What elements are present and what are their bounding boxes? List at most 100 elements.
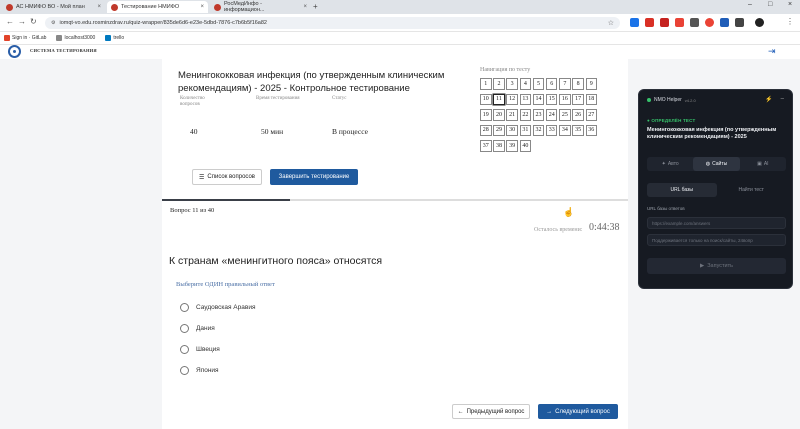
question-nav-cell[interactable]: 10 (480, 93, 492, 105)
radio-button[interactable] (180, 366, 189, 375)
tab-sites[interactable]: ◍ Сайты (693, 157, 740, 171)
quiz-card: Менингококковая инфекция (по утвержденны… (162, 59, 628, 429)
question-nav-cell[interactable]: 1 (480, 78, 492, 90)
question-nav-cell[interactable]: 4 (519, 78, 532, 90)
browser-tab-2[interactable]: Тестирование НМИФО × (107, 1, 208, 13)
bookmarks-bar: Sign in · GitLab localhost3000 trello (0, 32, 800, 45)
answer-option[interactable]: Швеция (180, 345, 220, 354)
question-nav-cell[interactable]: 12 (506, 93, 518, 105)
question-nav-cell[interactable]: 2 (493, 78, 505, 90)
minimize-icon[interactable]: – (748, 1, 752, 8)
close-window-icon[interactable]: × (788, 1, 792, 8)
question-nav-cell[interactable]: 33 (545, 124, 558, 136)
tab-ai[interactable]: ▣ AI (740, 157, 786, 171)
question-nav-cell[interactable]: 39 (506, 140, 518, 152)
browser-tab-1[interactable]: АС НМИФО ВО - Мой план × (2, 1, 105, 13)
question-nav-cell[interactable]: 6 (545, 78, 558, 90)
question-nav-cell[interactable]: 22 (519, 109, 532, 121)
question-nav-cell[interactable]: 28 (480, 124, 492, 136)
bookmark-localhost[interactable]: localhost3000 (56, 35, 95, 41)
answer-option[interactable]: Дания (180, 324, 215, 333)
radio-button[interactable] (180, 345, 189, 354)
question-nav-cell[interactable]: 18 (585, 93, 597, 105)
extension-icon[interactable] (675, 18, 684, 27)
question-nav-cell[interactable]: 7 (559, 78, 571, 90)
question-nav-cell[interactable]: 3 (506, 78, 518, 90)
bookmark-star-icon[interactable]: ☆ (608, 19, 614, 27)
close-tab-icon[interactable]: × (303, 4, 307, 10)
question-nav-cell[interactable]: 30 (506, 124, 518, 136)
question-nav-cell[interactable]: 21 (506, 109, 518, 121)
question-nav-cell[interactable]: 25 (559, 109, 571, 121)
maximize-icon[interactable]: □ (768, 1, 772, 8)
question-nav-cell[interactable]: 40 (519, 140, 532, 152)
question-nav-cell[interactable]: 5 (532, 78, 545, 90)
site-info-icon[interactable]: ⚙ (51, 20, 55, 26)
question-nav-cell[interactable]: 26 (572, 109, 584, 121)
extension-icon[interactable] (720, 18, 729, 27)
profile-avatar[interactable] (755, 18, 764, 27)
extension-icon[interactable] (660, 18, 669, 27)
tab-auto[interactable]: ✦ Авто (647, 157, 693, 171)
question-nav-cell[interactable]: 15 (545, 93, 558, 105)
subtab-url-base[interactable]: URL базы (647, 183, 717, 197)
menu-kebab-icon[interactable]: ⋮ (786, 17, 794, 26)
previous-question-button[interactable]: ← Предыдущий вопрос (452, 404, 530, 419)
question-list-label: Список вопросов (207, 174, 255, 180)
question-nav-cell[interactable]: 37 (480, 140, 492, 152)
question-nav-cell[interactable]: 9 (585, 78, 597, 90)
run-button[interactable]: ▶ Запустить (647, 258, 786, 274)
question-nav-cell[interactable]: 38 (493, 140, 505, 152)
question-nav-cell[interactable]: 31 (519, 124, 532, 136)
run-label: Запустить (707, 263, 733, 269)
extension-icon[interactable] (645, 18, 654, 27)
question-nav-cell[interactable]: 23 (532, 109, 545, 121)
answer-option[interactable]: Япония (180, 366, 219, 375)
system-title: СИСТЕМА ТЕСТИРОВАНИЯ (30, 48, 97, 53)
question-nav-cell[interactable]: 8 (572, 78, 584, 90)
next-question-button[interactable]: → Следующий вопрос (538, 404, 618, 419)
extension-icon[interactable] (705, 18, 714, 27)
question-nav-cell[interactable]: 16 (559, 93, 571, 105)
radio-button[interactable] (180, 303, 189, 312)
question-nav-cell[interactable]: 14 (532, 93, 545, 105)
finish-test-button[interactable]: Завершить тестирование (270, 169, 358, 185)
url-field[interactable]: ⚙ iomqt-vo.edu.rosminzdrav.ru/quiz-wrapp… (45, 17, 620, 29)
question-nav-cell[interactable]: 27 (585, 109, 597, 121)
logout-icon[interactable]: ⇥ (768, 46, 776, 57)
question-nav-cell[interactable]: 19 (480, 109, 492, 121)
question-nav-cell[interactable]: 36 (585, 124, 597, 136)
answers-url-input[interactable]: https://example.com/answers (647, 217, 786, 229)
question-nav-cell[interactable]: 17 (572, 93, 584, 105)
url-placeholder: https://example.com/answers (652, 220, 711, 226)
question-nav-cell[interactable]: 13 (519, 93, 532, 105)
extension-icon[interactable] (690, 18, 699, 27)
minimize-panel-icon[interactable]: – (781, 96, 784, 103)
close-tab-icon[interactable]: × (97, 4, 101, 10)
question-nav-cell[interactable]: 32 (532, 124, 545, 136)
extensions-puzzle-icon[interactable] (735, 18, 744, 27)
question-nav-cell[interactable]: 35 (572, 124, 584, 136)
subtab-find-test[interactable]: Найти тест (717, 183, 787, 197)
question-list-button[interactable]: ☰ Список вопросов (192, 169, 262, 185)
back-icon[interactable]: ← (6, 17, 14, 26)
extension-icon[interactable] (630, 18, 639, 27)
hint-input[interactable]: Поддерживается только на поиск/сайты, 24… (647, 234, 786, 246)
answer-option[interactable]: Саудовская Аравия (180, 303, 255, 312)
bookmark-trello[interactable]: trello (105, 35, 124, 41)
bolt-icon[interactable]: ⚡ (765, 96, 772, 103)
reload-icon[interactable]: ↻ (30, 17, 37, 26)
question-nav-cell[interactable]: 20 (493, 109, 505, 121)
question-navigation-grid: 1 2 3 4 5 6 7 8 9 10 11 12 13 14 15 16 17 18 19 20 21 22 23 24 2… (480, 78, 597, 152)
bookmark-label: Sign in · GitLab (12, 35, 47, 41)
question-nav-cell[interactable]: 11 (493, 93, 505, 105)
browser-tab-3[interactable]: РосМедИнфо - информацион... × (210, 1, 311, 13)
radio-button[interactable] (180, 324, 189, 333)
bookmark-gitlab[interactable]: Sign in · GitLab (4, 35, 46, 41)
close-tab-icon[interactable]: × (200, 4, 204, 10)
question-nav-cell[interactable]: 34 (559, 124, 571, 136)
question-nav-cell[interactable]: 29 (493, 124, 505, 136)
new-tab-button[interactable]: + (313, 2, 318, 11)
question-nav-cell[interactable]: 24 (545, 109, 558, 121)
forward-icon[interactable]: → (18, 17, 26, 26)
